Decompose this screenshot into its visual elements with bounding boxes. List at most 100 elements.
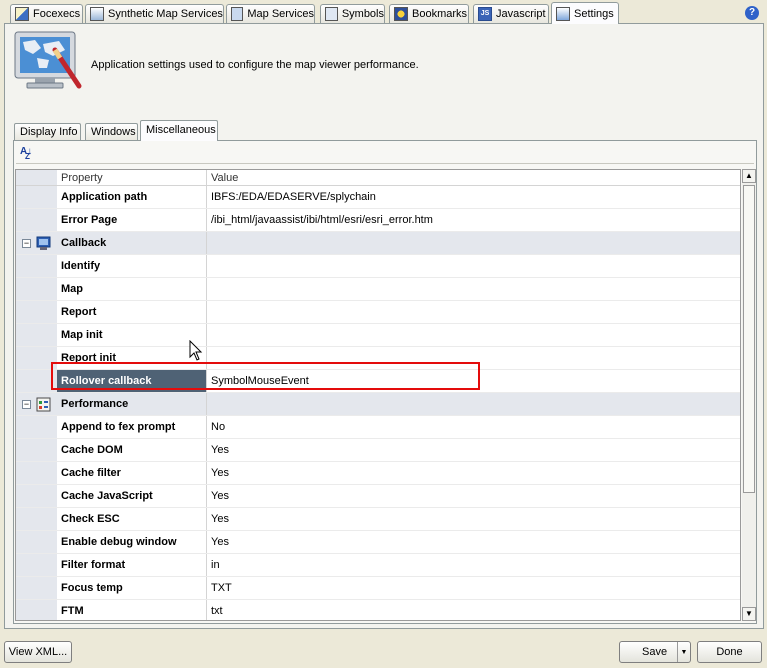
done-button[interactable]: Done (697, 641, 762, 663)
sort-alphabetical-icon[interactable]: A↓ Z (20, 146, 32, 168)
property-value[interactable] (208, 324, 740, 346)
property-value[interactable] (208, 301, 740, 323)
property-row-cache-dom[interactable]: Cache DOM Yes (16, 439, 740, 462)
property-name: Report init (57, 347, 207, 369)
property-value[interactable]: txt (208, 600, 740, 620)
scroll-down-icon[interactable]: ▼ (742, 607, 756, 621)
view-xml-button[interactable]: View XML... (4, 641, 72, 663)
mouse-cursor-icon (189, 340, 203, 361)
tab-miscellaneous[interactable]: Miscellaneous (140, 120, 218, 141)
property-row-cache-filter[interactable]: Cache filter Yes (16, 462, 740, 485)
tab-label: Javascript (496, 8, 546, 20)
property-name: FTM (57, 600, 207, 620)
property-row-error-page[interactable]: Error Page /ibi_html/javaassist/ibi/html… (16, 209, 740, 232)
property-name: Map (57, 278, 207, 300)
settings-panel: Application settings used to configure t… (4, 23, 764, 629)
property-grid-container: A↓ Z Property Value Application path IBFS… (13, 140, 757, 624)
property-name: Report (57, 301, 207, 323)
tab-bookmarks[interactable]: Bookmarks (389, 4, 469, 23)
bookmarks-icon (394, 7, 408, 21)
tab-label: Map Services (247, 8, 314, 20)
property-value[interactable]: IBFS:/EDA/EDASERVE/splychain (208, 186, 740, 208)
property-name: Cache DOM (57, 439, 207, 461)
property-name: Check ESC (57, 508, 207, 530)
callback-icon (36, 236, 51, 250)
property-row-application-path[interactable]: Application path IBFS:/EDA/EDASERVE/sply… (16, 186, 740, 209)
collapse-icon[interactable]: − (22, 239, 31, 248)
property-name: Error Page (57, 209, 207, 231)
performance-icon (36, 397, 51, 412)
property-value[interactable]: Yes (208, 485, 740, 507)
property-row-cache-javascript[interactable]: Cache JavaScript Yes (16, 485, 740, 508)
property-name: Append to fex prompt (57, 416, 207, 438)
property-row-report[interactable]: Report (16, 301, 740, 324)
property-value[interactable]: Yes (208, 439, 740, 461)
property-value[interactable]: Yes (208, 508, 740, 530)
symbols-icon (325, 7, 338, 21)
property-value[interactable]: /ibi_html/javaassist/ibi/html/esri/esri_… (208, 209, 740, 231)
save-button-label: Save (642, 646, 668, 658)
javascript-icon: JS (478, 7, 492, 21)
property-value[interactable]: TXT (208, 577, 740, 599)
property-value[interactable] (208, 255, 740, 277)
help-icon[interactable]: ? (745, 6, 759, 20)
tab-javascript[interactable]: JS Javascript (473, 4, 549, 23)
settings-icon (556, 6, 570, 21)
scroll-thumb[interactable] (743, 185, 755, 493)
tab-symbols[interactable]: Symbols (320, 4, 385, 23)
property-row-append-to-fex-prompt[interactable]: Append to fex prompt No (16, 416, 740, 439)
header-description: Application settings used to configure t… (91, 59, 419, 71)
save-button[interactable]: Save ▼ (619, 641, 691, 663)
property-row-filter-format[interactable]: Filter format in (16, 554, 740, 577)
scroll-up-icon[interactable]: ▲ (742, 169, 756, 183)
property-value[interactable]: No (208, 416, 740, 438)
synthetic-map-icon (90, 7, 104, 21)
tab-label: Bookmarks (412, 8, 468, 20)
tab-focexecs[interactable]: Focexecs (10, 4, 83, 23)
category-row-callback[interactable]: − Callback (16, 232, 740, 255)
property-name: Focus temp (57, 577, 207, 599)
value-column-header: Value (211, 171, 239, 184)
save-dropdown-icon[interactable]: ▼ (677, 642, 690, 662)
grid-header: Property Value (16, 170, 740, 186)
map-services-icon (231, 7, 244, 21)
property-value[interactable] (208, 278, 740, 300)
property-row-focus-temp[interactable]: Focus temp TXT (16, 577, 740, 600)
focexec-icon (15, 7, 29, 21)
property-name: Cache filter (57, 462, 207, 484)
property-grid: Property Value Application path IBFS:/ED… (15, 169, 741, 621)
property-value[interactable]: Yes (208, 531, 740, 553)
tab-label: Settings (574, 7, 614, 20)
property-row-identify[interactable]: Identify (16, 255, 740, 278)
property-name: Identify (57, 255, 207, 277)
property-row-rollover-callback[interactable]: Rollover callback SymbolMouseEvent (16, 370, 740, 393)
tab-display-info[interactable]: Display Info (14, 123, 81, 140)
tab-label: Focexecs (33, 8, 81, 20)
top-tab-strip: Focexecs Synthetic Map Services Map Serv… (0, 0, 767, 24)
property-value[interactable]: in (208, 554, 740, 576)
property-row-map-init[interactable]: Map init (16, 324, 740, 347)
property-value[interactable] (208, 347, 740, 369)
property-value-editor[interactable]: SymbolMouseEvent (208, 370, 740, 392)
property-name: Enable debug window (57, 531, 207, 553)
property-name: Cache JavaScript (57, 485, 207, 507)
collapse-icon[interactable]: − (22, 400, 31, 409)
tab-windows[interactable]: Windows (85, 123, 138, 140)
property-name: Filter format (57, 554, 207, 576)
category-name: Performance (57, 393, 207, 415)
vertical-scrollbar[interactable]: ▲ ▼ (742, 169, 756, 621)
property-name: Map init (57, 324, 207, 346)
property-row-enable-debug-window[interactable]: Enable debug window Yes (16, 531, 740, 554)
property-column-header: Property (57, 170, 207, 185)
property-row-check-esc[interactable]: Check ESC Yes (16, 508, 740, 531)
tab-map-services[interactable]: Map Services (226, 4, 315, 23)
category-row-performance[interactable]: − Performance (16, 393, 740, 416)
tab-synthetic-map-services[interactable]: Synthetic Map Services (85, 4, 224, 23)
tab-label: Synthetic Map Services (108, 8, 223, 20)
property-row-ftm[interactable]: FTM txt (16, 600, 740, 620)
property-value[interactable]: Yes (208, 462, 740, 484)
category-name: Callback (57, 232, 207, 254)
property-row-report-init[interactable]: Report init (16, 347, 740, 370)
property-row-map[interactable]: Map (16, 278, 740, 301)
tab-settings[interactable]: Settings (551, 2, 619, 24)
